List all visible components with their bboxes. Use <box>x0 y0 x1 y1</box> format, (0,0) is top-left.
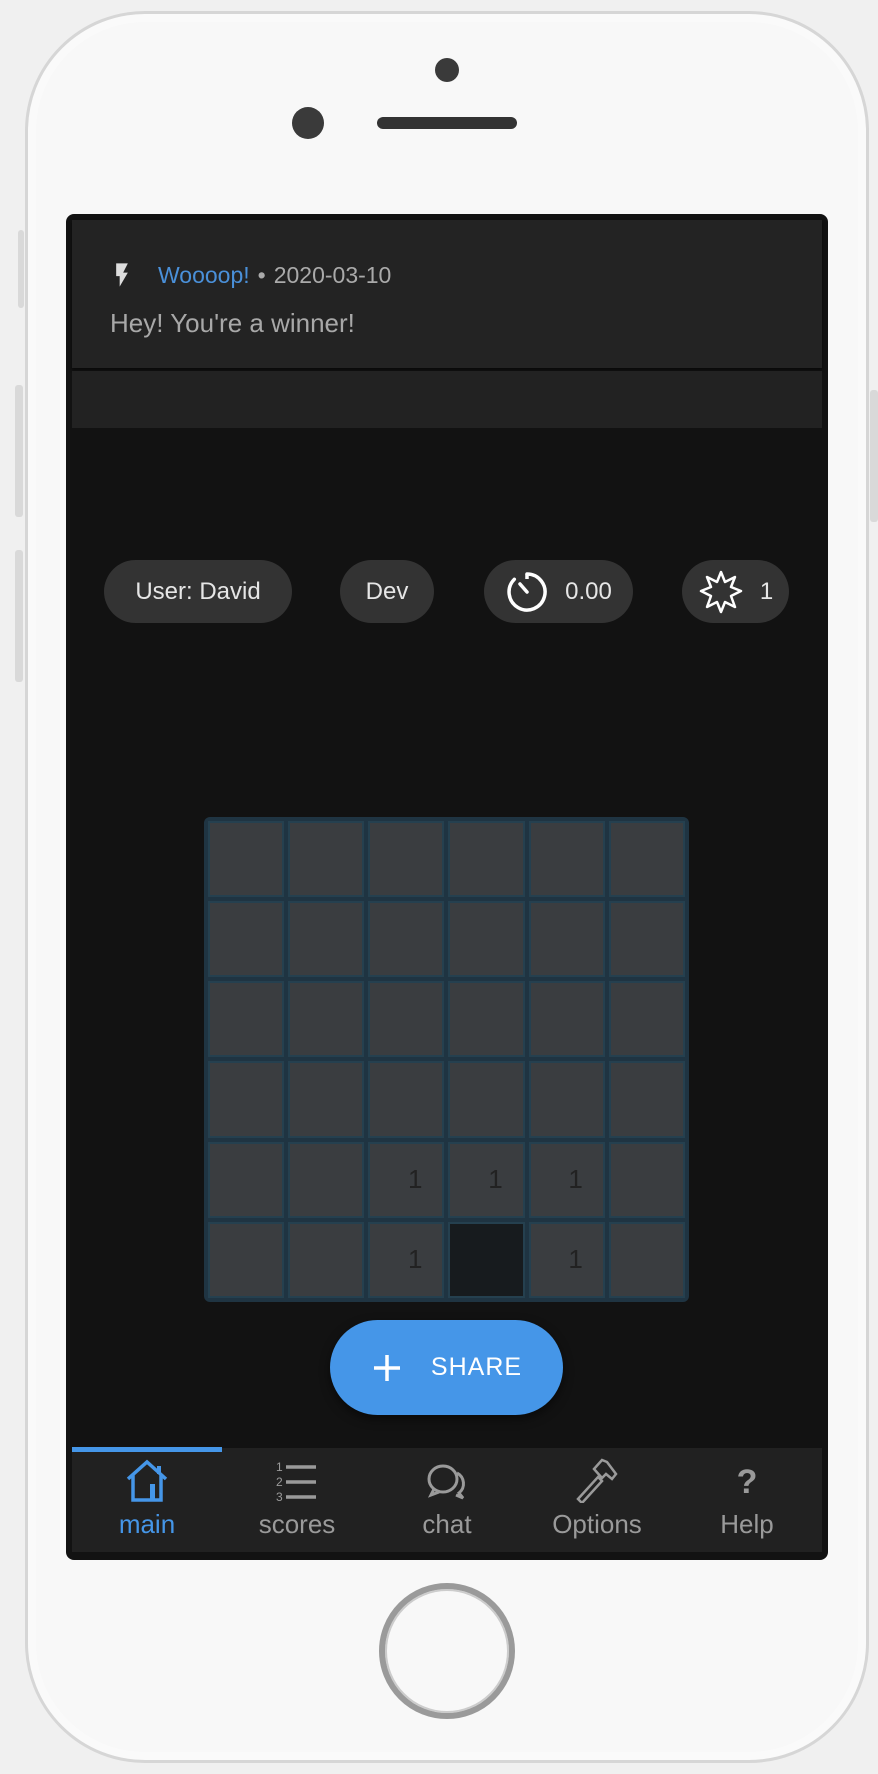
board-cell[interactable] <box>450 1063 523 1136</box>
tab-label: Options <box>552 1509 642 1539</box>
home-icon <box>126 1459 168 1502</box>
board-cell[interactable] <box>290 903 363 976</box>
board-cell[interactable] <box>530 903 603 976</box>
timer-chip[interactable]: 0.00 <box>484 560 633 623</box>
explosion-icon <box>699 570 743 613</box>
board-cell[interactable] <box>450 983 523 1056</box>
tab-scores[interactable]: 123 scores <box>222 1448 372 1552</box>
user-label: User: David <box>135 577 261 605</box>
board-cell[interactable]: 1 <box>530 1223 603 1296</box>
board-cell[interactable] <box>370 903 443 976</box>
home-button[interactable] <box>379 1583 515 1719</box>
mines-chip[interactable]: 1 <box>682 560 789 623</box>
board-cell[interactable] <box>370 1063 443 1136</box>
board-cell[interactable] <box>530 983 603 1056</box>
tab-label: main <box>118 1509 176 1539</box>
timer-icon <box>507 571 547 612</box>
board-cell[interactable] <box>290 1143 363 1216</box>
notification-title: Woooop! <box>158 261 250 288</box>
svg-text:?: ? <box>737 1463 758 1501</box>
board-cell[interactable] <box>610 1223 683 1296</box>
board-cell[interactable] <box>450 903 523 976</box>
tab-main[interactable]: main <box>72 1448 222 1552</box>
app-screen: Woooop! • 2020-03-10 Hey! You're a winne… <box>66 214 828 1560</box>
board-cell[interactable] <box>290 983 363 1056</box>
board-cell[interactable] <box>210 823 283 896</box>
board-cell[interactable]: 1 <box>370 1143 443 1216</box>
tab-options[interactable]: Options <box>522 1448 672 1552</box>
front-camera <box>292 107 324 139</box>
volume-up-button <box>15 385 23 517</box>
board-cell[interactable]: 1 <box>530 1143 603 1216</box>
numbered-list-icon: 123 <box>276 1460 316 1503</box>
board-cell[interactable]: 1 <box>450 1143 523 1216</box>
board-cell[interactable] <box>610 1063 683 1136</box>
notification-footer <box>72 371 822 428</box>
plus-icon <box>373 1354 400 1381</box>
timer-value: 0.00 <box>565 577 612 605</box>
board-cell[interactable] <box>290 1223 363 1296</box>
tab-help[interactable]: ? Help <box>672 1448 822 1552</box>
notification-date: 2020-03-10 <box>273 261 392 288</box>
board-cell[interactable] <box>530 823 603 896</box>
board-cell[interactable] <box>210 1063 283 1136</box>
board-cell[interactable] <box>610 983 683 1056</box>
board-cell[interactable] <box>290 1063 363 1136</box>
svg-text:2: 2 <box>276 1475 283 1489</box>
share-button[interactable]: SHARE <box>330 1320 563 1415</box>
notification-message: Hey! You're a winner! <box>110 308 355 338</box>
share-label: SHARE <box>430 1353 523 1381</box>
tab-label: Help <box>720 1509 774 1539</box>
board-cell[interactable] <box>210 1223 283 1296</box>
board-cell[interactable] <box>610 903 683 976</box>
svg-text:1: 1 <box>276 1460 283 1474</box>
earpiece-speaker <box>377 117 517 129</box>
mute-switch <box>18 230 24 308</box>
board-cell[interactable] <box>210 1143 283 1216</box>
svg-text:3: 3 <box>276 1490 283 1503</box>
board-cell[interactable] <box>290 823 363 896</box>
notification-card[interactable]: Woooop! • 2020-03-10 Hey! You're a winne… <box>72 220 822 368</box>
proximity-sensor <box>435 58 459 82</box>
active-tab-indicator <box>72 1447 222 1452</box>
minesweeper-board: 11111 <box>204 817 689 1302</box>
board-cell[interactable] <box>370 983 443 1056</box>
question-icon: ? <box>737 1463 758 1501</box>
board-cell[interactable]: 1 <box>370 1223 443 1296</box>
volume-down-button <box>15 550 23 682</box>
chat-bubbles-icon <box>427 1464 465 1500</box>
board-cell[interactable] <box>450 823 523 896</box>
board-cell[interactable] <box>210 983 283 1056</box>
mode-label: Dev <box>365 577 409 605</box>
board-cell[interactable] <box>530 1063 603 1136</box>
tab-label: chat <box>422 1509 472 1539</box>
board-cell-revealed[interactable] <box>450 1223 523 1296</box>
tab-label: scores <box>258 1509 336 1539</box>
board-cell[interactable] <box>210 903 283 976</box>
mines-count: 1 <box>759 577 774 605</box>
power-button <box>870 390 878 522</box>
separator: • <box>257 261 266 288</box>
board-cell[interactable] <box>610 823 683 896</box>
bottom-tab-bar: main 123 scores chat Options ? Help <box>72 1448 822 1552</box>
user-chip[interactable]: User: David <box>104 560 292 623</box>
mode-chip[interactable]: Dev <box>340 560 434 623</box>
lightning-icon <box>116 263 128 287</box>
board-cell[interactable] <box>610 1143 683 1216</box>
board-cell[interactable] <box>370 823 443 896</box>
tab-chat[interactable]: chat <box>372 1448 522 1552</box>
hammer-icon <box>576 1458 618 1503</box>
